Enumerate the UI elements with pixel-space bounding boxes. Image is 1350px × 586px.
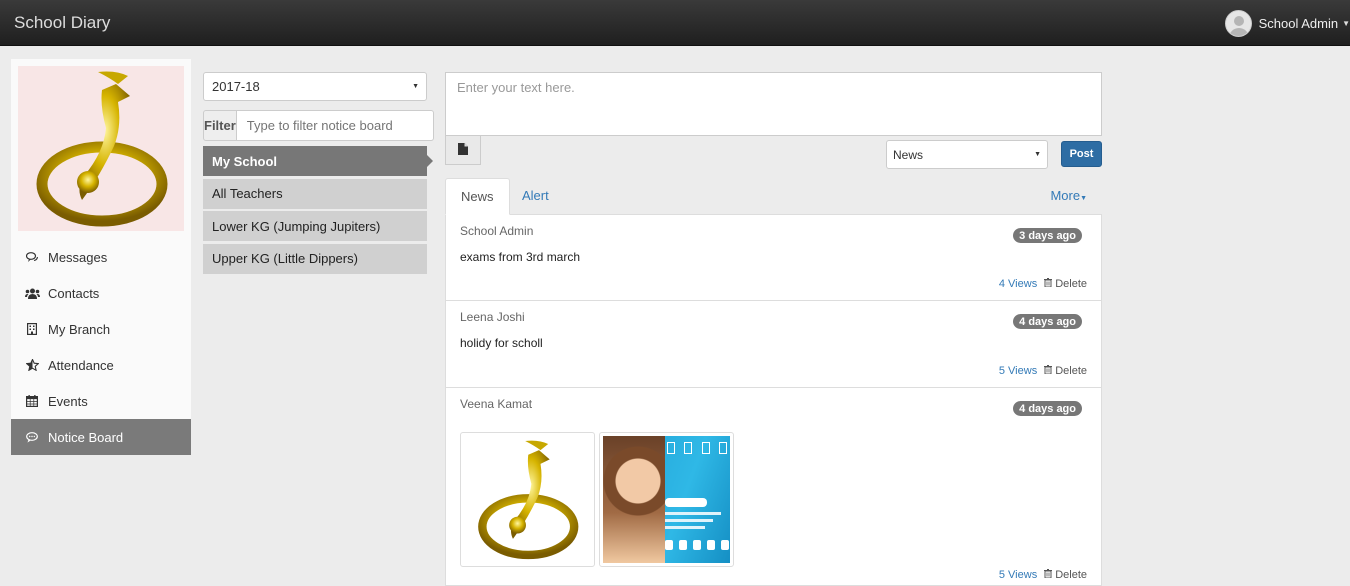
sidebar-item-label: My Branch: [48, 321, 111, 337]
filter-label: Filter: [203, 110, 237, 141]
tab-news[interactable]: News: [445, 178, 510, 215]
delete-label: Delete: [1055, 365, 1087, 377]
post-age-badge: 4 days ago: [1013, 314, 1082, 329]
child-photo: [603, 436, 665, 563]
board-item-my-school[interactable]: My School: [203, 146, 433, 176]
post-button[interactable]: Post: [1061, 141, 1102, 167]
delete-button[interactable]: Delete: [1044, 365, 1087, 377]
user-menu[interactable]: School Admin ▼: [1224, 9, 1350, 37]
post-text: holidy for scholl: [460, 336, 543, 350]
sidebar-item-label: Contacts: [48, 285, 100, 301]
academic-year-value: 2017-18: [212, 79, 260, 94]
comments-icon: [24, 251, 40, 263]
sidebar-item-label: Messages: [48, 249, 108, 265]
tab-more[interactable]: More▼: [1035, 178, 1102, 215]
post-item: School Admin 3 days ago exams from 3rd m…: [446, 215, 1101, 301]
delete-label: Delete: [1055, 278, 1087, 290]
post-age-badge: 4 days ago: [1013, 401, 1082, 416]
building-icon: [24, 323, 40, 335]
post-actions: 5 Views Delete: [999, 569, 1087, 581]
trash-icon: [1044, 278, 1053, 290]
sidebar-item-attendance[interactable]: Attendance: [11, 347, 191, 383]
caret-down-icon: ▼: [1080, 195, 1087, 202]
sidebar-item-notice-board[interactable]: Notice Board: [11, 419, 191, 455]
top-navbar: School Diary School Admin ▼: [0, 0, 1350, 46]
user-name[interactable]: School Admin: [1259, 16, 1339, 31]
board-item-all-teachers[interactable]: All Teachers: [203, 178, 427, 209]
promo-banner-image: [603, 436, 730, 563]
comment-icon: [24, 431, 40, 443]
profile-panel: Messages Contacts My Branch Attendance E…: [11, 59, 191, 455]
post-actions: 5 Views Delete: [999, 365, 1087, 377]
sidebar-item-messages[interactable]: Messages: [11, 239, 191, 275]
chevron-down-icon: ▼: [412, 83, 419, 90]
post-type-select[interactable]: News ▼: [886, 140, 1048, 169]
notice-board-list: My School All Teachers Lower KG (Jumping…: [203, 146, 433, 276]
chevron-down-icon: ▼: [1034, 151, 1041, 158]
tab-more-label: More: [1050, 188, 1081, 203]
star-icon: [24, 359, 40, 371]
app-title[interactable]: School Diary: [14, 13, 110, 33]
delete-button[interactable]: Delete: [1044, 569, 1087, 581]
sidebar-menu: Messages Contacts My Branch Attendance E…: [11, 239, 191, 455]
views-link[interactable]: 4 Views: [999, 278, 1037, 290]
delete-button[interactable]: Delete: [1044, 278, 1087, 290]
board-item-lower-kg[interactable]: Lower KG (Jumping Jupiters): [203, 211, 427, 241]
attachment-thumbnail[interactable]: [599, 432, 734, 567]
sidebar-item-events[interactable]: Events: [11, 383, 191, 419]
post-author: Veena Kamat: [460, 397, 533, 411]
notice-board-filter: Filter: [203, 110, 434, 141]
post-actions: 4 Views Delete: [999, 278, 1087, 290]
file-icon: [458, 142, 468, 158]
post-text: exams from 3rd march: [460, 250, 581, 264]
delete-label: Delete: [1055, 569, 1087, 581]
users-icon: [24, 288, 40, 299]
trash-icon: [1044, 365, 1053, 377]
post-text-area[interactable]: Enter your text here.: [445, 72, 1102, 136]
sidebar-item-label: Attendance: [48, 357, 114, 373]
sidebar-item-label: Notice Board: [48, 429, 124, 445]
notice-feed: School Admin 3 days ago exams from 3rd m…: [445, 215, 1102, 586]
chevron-down-icon[interactable]: ▼: [1342, 19, 1350, 28]
post-type-value: News: [893, 148, 924, 162]
post-age-badge: 3 days ago: [1013, 228, 1082, 243]
attach-file-button[interactable]: [445, 135, 481, 165]
feed-tabs: News Alert More▼: [445, 178, 1102, 215]
views-link[interactable]: 5 Views: [999, 365, 1037, 377]
trash-icon: [1044, 569, 1053, 581]
filter-input[interactable]: [236, 110, 434, 141]
sidebar-item-contacts[interactable]: Contacts: [11, 275, 191, 311]
school-logo-image: [464, 436, 591, 563]
school-logo: [18, 66, 184, 231]
calendar-icon: [24, 395, 40, 407]
views-link[interactable]: 5 Views: [999, 569, 1037, 581]
avatar[interactable]: [1224, 9, 1252, 37]
sidebar-item-my-branch[interactable]: My Branch: [11, 311, 191, 347]
post-author: Leena Joshi: [460, 310, 525, 324]
attachment-thumbnail[interactable]: [460, 432, 595, 567]
academic-year-select[interactable]: 2017-18 ▼: [203, 72, 427, 101]
sidebar-item-label: Events: [48, 393, 88, 409]
post-item: Leena Joshi 4 days ago holidy for scholl…: [446, 301, 1101, 388]
board-item-upper-kg[interactable]: Upper KG (Little Dippers): [203, 243, 427, 274]
post-author: School Admin: [460, 224, 534, 238]
tab-alert[interactable]: Alert: [507, 178, 564, 215]
